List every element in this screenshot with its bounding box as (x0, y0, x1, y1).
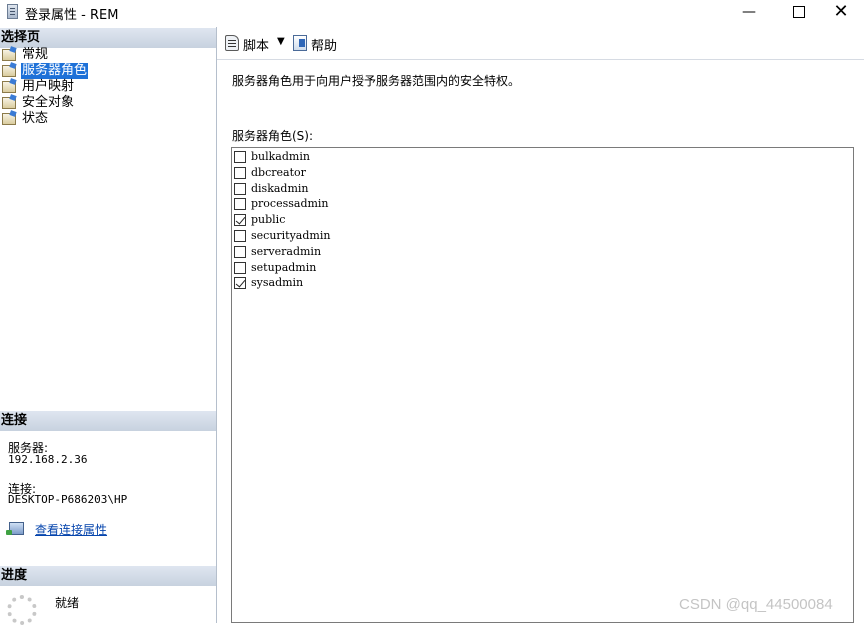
role-name: setupadmin (251, 260, 317, 274)
page-item-label: 常规 (22, 47, 49, 62)
progress-status: 就绪 (55, 596, 80, 610)
page-icon (2, 49, 16, 61)
server-value: 192.168.2.36 (8, 453, 88, 466)
role-checkbox[interactable] (234, 245, 246, 258)
toolbar: 脚本 ▼ 帮助 (217, 27, 864, 60)
page-item-label: 安全对象 (22, 95, 75, 110)
role-name: public (251, 213, 286, 227)
role-checkbox[interactable] (234, 261, 246, 274)
left-panel: 选择页 常规 服务器角色 用户映射 安全对象 状态 连接 服务器: 192.168.2.… (0, 27, 216, 625)
page-item-label: 服务器角色 (21, 63, 89, 79)
script-dropdown-icon[interactable]: ▼ (277, 36, 285, 47)
page-item-label: 状态 (22, 111, 49, 126)
role-checkbox[interactable] (234, 151, 246, 163)
role-checkbox[interactable] (234, 198, 246, 211)
connection-header: 连接 (0, 411, 216, 431)
title-bar: 登录属性 - REM — ✕ (0, 0, 864, 26)
role-checkbox[interactable] (234, 166, 246, 179)
progress-spinner-icon (7, 595, 37, 625)
window-title: 登录属性 - REM (25, 8, 119, 23)
close-button[interactable]: ✕ (818, 0, 864, 26)
view-connection-properties-link[interactable]: 查看连接属性 (35, 521, 107, 538)
connection-value: DESKTOP-P686203\HP (8, 493, 128, 506)
role-checkbox-checked[interactable] (234, 277, 246, 290)
role-name: sysadmin (251, 276, 304, 290)
app-icon (7, 4, 18, 19)
role-name: serveradmin (251, 244, 322, 258)
maximize-button[interactable] (776, 0, 822, 26)
connection-properties-icon (6, 522, 24, 535)
help-button[interactable]: 帮助 (311, 35, 337, 54)
role-name: processadmin (251, 197, 329, 211)
script-icon[interactable] (225, 35, 239, 51)
role-name: bulkadmin (251, 150, 310, 163)
role-name: diskadmin (251, 181, 309, 195)
role-checkbox[interactable] (234, 182, 246, 195)
maximize-icon (793, 6, 805, 18)
server-roles-label: 服务器角色(S): (232, 129, 314, 143)
role-checkbox[interactable] (234, 230, 246, 242)
progress-header: 进度 (0, 566, 216, 586)
select-page-header: 选择页 (0, 28, 216, 48)
page-description: 服务器角色用于向用户授予服务器范围内的安全特权。 (232, 74, 521, 88)
panel-divider (216, 27, 217, 623)
minimize-button[interactable]: — (726, 0, 772, 26)
page-icon (2, 97, 16, 109)
page-icon (2, 113, 16, 125)
watermark: CSDN @qq_44500084 (679, 596, 833, 613)
role-checkbox-checked[interactable] (234, 214, 246, 227)
script-button[interactable]: 脚本 (243, 35, 269, 54)
page-item-label: 用户映射 (22, 79, 75, 94)
page-icon (2, 81, 16, 93)
page-icon (2, 65, 16, 77)
help-icon[interactable] (293, 35, 307, 51)
role-name: dbcreator (251, 165, 306, 179)
role-name: securityadmin (251, 229, 331, 242)
server-roles-list[interactable]: bulkadmin dbcreator diskadmin processadmin p… (231, 147, 854, 623)
